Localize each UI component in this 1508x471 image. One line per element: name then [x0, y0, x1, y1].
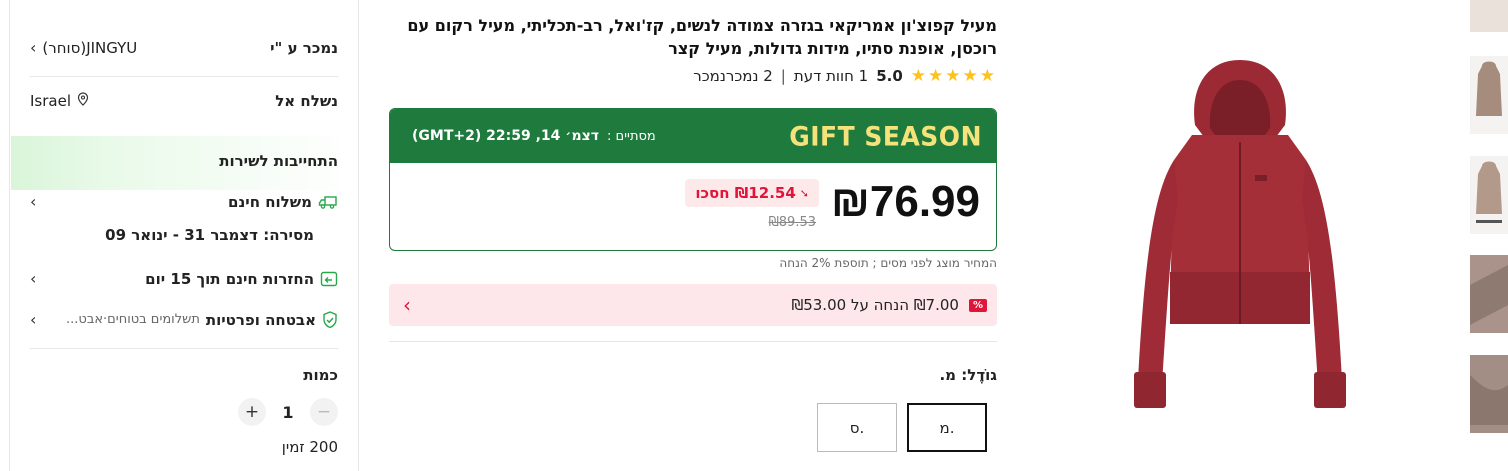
quantity-label-row: כמות	[30, 366, 338, 384]
ship-to-label: נשלח אל	[275, 92, 338, 110]
thumbnail[interactable]	[1470, 255, 1508, 333]
plus-button[interactable]: +	[238, 398, 266, 426]
review-count[interactable]: 1 חוות דעת	[794, 67, 868, 85]
quantity-value[interactable]: 1	[266, 403, 310, 422]
return-box-icon	[320, 271, 338, 287]
product-main-image[interactable]	[1110, 50, 1370, 430]
promo-text: ₪7.00 הנחה על ₪53.00	[791, 296, 959, 314]
original-price: ₪89.53	[768, 215, 816, 230]
security-label: אבטחה ופרטיות	[205, 310, 316, 329]
ship-to-row[interactable]: נשלח אל Israel	[30, 92, 338, 110]
delivery-row: מסירה: דצמבר 31 - ינואר 09	[30, 226, 338, 244]
rating-value: 5.0	[876, 67, 903, 85]
chevron-left-icon: ‹	[30, 310, 37, 329]
divider	[30, 348, 338, 349]
free-returns-row[interactable]: החזרות חינם תוך 15 יום ‹	[30, 269, 338, 288]
chevron-left-icon: ‹	[403, 293, 411, 317]
divider	[30, 76, 338, 77]
quantity-stepper: + 1 −	[30, 398, 338, 426]
size-option-s[interactable]: ס.	[817, 403, 897, 452]
service-title: התחייבות לשירות	[219, 152, 338, 170]
stock-row: 200 זמין	[30, 438, 338, 456]
shield-check-icon	[322, 310, 338, 329]
seller-name[interactable]: JINGYU(סוחר)	[42, 39, 137, 57]
arrow-down-icon: ➘	[799, 186, 809, 200]
price-area: ₪76.99 ➘ ₪12.54 חסכו ₪89.53	[390, 163, 996, 250]
thumbnail[interactable]	[1470, 56, 1508, 134]
service-title-row: התחייבות לשירות	[30, 152, 338, 170]
stock-available: 200 זמין	[281, 438, 338, 456]
gift-season-logo: GIFT SEASON	[789, 120, 982, 152]
security-subtext: תשלומים בטוחים·אבט...	[66, 312, 200, 327]
minus-button[interactable]: −	[310, 398, 338, 426]
chevron-left-icon: ‹	[30, 38, 37, 57]
purchase-panel: נמכר ע "י JINGYU(סוחר) ‹ נשלח אל Israel …	[9, 0, 359, 471]
tax-note: המחיר מוצג לפני מסים ; תוספת 2% הנחה	[779, 256, 997, 270]
security-row[interactable]: אבטחה ופרטיות תשלומים בטוחים·אבט... ‹	[30, 310, 338, 329]
deal-price-box: מסתיים : דצמ׳ 14, 22:59 (GMT+2) GIFT SEA…	[389, 108, 997, 251]
truck-icon	[318, 195, 338, 209]
chevron-left-icon: ‹	[30, 269, 37, 288]
savings-badge: ➘ ₪12.54 חסכו	[685, 179, 819, 207]
product-info: מעיל קפוצ'ון אמריקאי בגזרה צמודה לנשים, …	[389, 14, 997, 86]
deal-ends-time: דצמ׳ 14, 22:59 (GMT+2)	[412, 128, 599, 144]
free-shipping-label: משלוח חינם	[228, 192, 312, 211]
thumbnail[interactable]	[1470, 355, 1508, 433]
rating-stars: ★★★★★	[910, 66, 997, 86]
separator: |	[780, 67, 786, 85]
size-option-m[interactable]: מ.	[907, 403, 987, 452]
product-title: מעיל קפוצ'ון אמריקאי בגזרה צמודה לנשים, …	[407, 16, 997, 58]
savings-text: ₪12.54 חסכו	[695, 184, 796, 202]
deal-banner: מסתיים : דצמ׳ 14, 22:59 (GMT+2) GIFT SEA…	[390, 109, 996, 163]
deal-ends-label: מסתיים :	[607, 128, 656, 144]
size-label: גוֹדֶל: מ.	[939, 366, 997, 384]
current-price: ₪76.99	[831, 177, 980, 226]
delivery-dates: מסירה: דצמבר 31 - ינואר 09	[105, 226, 314, 244]
coupon-promo[interactable]: ‹ % ₪7.00 הנחה על ₪53.00	[389, 284, 997, 326]
thumbnail[interactable]	[1470, 0, 1508, 32]
thumbnail[interactable]	[1470, 156, 1508, 234]
percent-badge-icon: %	[968, 298, 987, 312]
chevron-left-icon: ‹	[30, 192, 37, 211]
seller-label: נמכר ע "י	[270, 38, 338, 57]
seller-row[interactable]: נמכר ע "י JINGYU(סוחר) ‹	[30, 38, 338, 57]
rating-row[interactable]: ★★★★★ 5.0 1 חוות דעת | 2 נמכרנמכר	[389, 66, 997, 86]
quantity-label: כמות	[303, 366, 338, 384]
divider	[389, 341, 997, 342]
deal-end-time: מסתיים : דצמ׳ 14, 22:59 (GMT+2)	[412, 128, 656, 144]
ship-to-country[interactable]: Israel	[30, 92, 71, 110]
free-shipping-row[interactable]: משלוח חינם ‹	[30, 192, 338, 211]
location-pin-icon	[77, 92, 89, 110]
free-returns-label: החזרות חינם תוך 15 יום	[145, 269, 314, 288]
hoodie-image	[1134, 60, 1346, 408]
sold-count: 2 נמכרנמכר	[693, 67, 773, 85]
